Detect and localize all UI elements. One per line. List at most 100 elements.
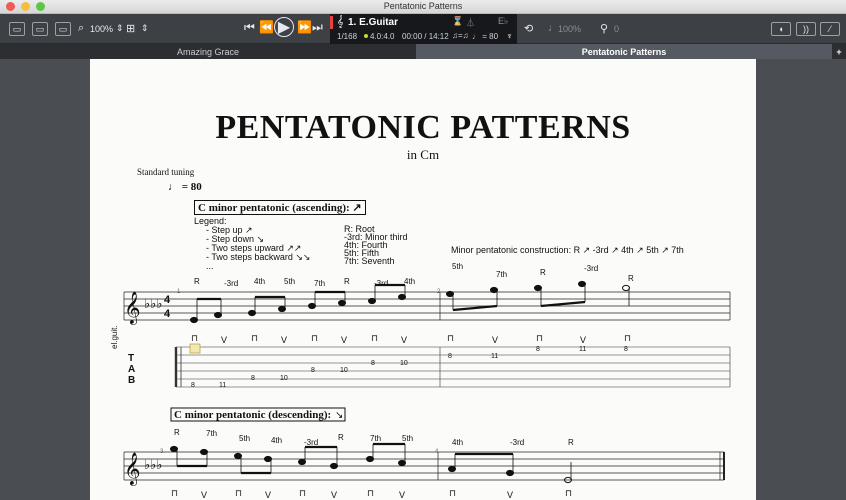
key-display: E♭ [498,16,509,26]
notes-row-1 [190,280,630,324]
zoom-select[interactable]: 100% [90,24,113,34]
capo-field[interactable]: 0 [614,24,619,34]
svg-text:⊓: ⊓ [235,488,242,498]
interval-label: 4th [271,436,282,445]
svg-text:V: V [265,490,271,500]
tab-numbers-row-1: 8 11 8 10 8 10 8 10 8 11 8 11 8 [191,346,628,389]
svg-text:⊓: ⊓ [171,488,178,498]
tab-clef-t: T [128,353,134,364]
pick-strokes-row-2: ⊓ V ⊓ V ⊓ V ⊓ V ⊓ V ⊓ [171,488,572,500]
svg-text:⊓: ⊓ [299,488,306,498]
microphone-icon[interactable]: ◖ [771,22,791,36]
audio-wave-icon[interactable]: )) [796,22,816,36]
tab-number: 8 [624,346,628,353]
time-signature: 4.0:4.0 [370,32,395,41]
section-descending-label: C minor pentatonic (descending): ↘ [170,407,346,422]
svg-text:⊓: ⊓ [449,488,456,498]
interval-label: R [568,438,574,447]
volume-field[interactable]: 100% [558,24,581,34]
cursor-highlight[interactable] [189,343,201,354]
notes-row-2 [170,442,572,484]
interval-label: 7th [314,279,325,288]
interval-labels-row-1: R -3rd 4th 5th 7th R -3rd 4th 5th 7th R … [194,262,634,288]
panel-right-toggle-icon[interactable]: ▭ [55,22,71,36]
tab-number: 11 [219,382,226,389]
svg-text:V: V [580,335,586,345]
svg-text:⊓: ⊓ [367,488,374,498]
pick-strokes-row-1: ⊓ V ⊓ V ⊓ V ⊓ V ⊓ V ⊓ V ⊓ [191,333,631,345]
interval-label: 7th [370,434,381,443]
notation-area: 𝄞 ♭♭♭ 4 4 1 2 R -3rd 4th 5th 7th R -3rd … [110,262,731,500]
tab-number: 8 [371,360,375,367]
tuning-fork-icon: ♆ [506,31,513,41]
zoom-stepper-icon[interactable]: ⇕ [116,23,124,34]
hourglass-icon: ⌛ [452,16,464,26]
svg-text:V: V [492,335,498,345]
tab-clef-a: A [128,364,135,375]
svg-text:C minor pentatonic (descending: C minor pentatonic (descending): [174,409,331,421]
interval-label: 5th [452,262,463,271]
interval-label: -3rd [304,438,318,447]
zoom-icon: ⌕ [78,22,85,34]
tab-pentatonic-patterns[interactable]: Pentatonic Patterns [416,44,832,59]
interval-label: 4th [254,277,265,286]
svg-text:⊓: ⊓ [251,333,258,343]
tab-amazing-grace[interactable]: Amazing Grace [0,44,416,59]
arrow-down-icon: ↘ [335,410,343,421]
tab-number: 8 [448,353,452,360]
svg-text:⊓: ⊓ [565,488,572,498]
svg-text:V: V [399,490,405,500]
tuner-icon[interactable]: ⚲ [600,22,608,35]
track-color-marker [330,16,333,29]
panel-center-toggle-icon[interactable]: ▭ [32,22,48,36]
interval-label: 5th [402,434,413,443]
tab-number: 11 [579,346,586,353]
svg-text:V: V [401,335,407,345]
interval-label: 7th [206,429,217,438]
score-page: PENTATONIC PATTERNS in Cm Standard tunin… [90,59,756,500]
layout-stepper-icon[interactable]: ⇕ [141,23,149,34]
svg-text:⊓: ⊓ [371,333,378,343]
guitar-icon: 𝄞 [337,16,344,28]
tab-clef-b: B [128,375,135,386]
tempo-display: ♩ = 80 [472,32,499,41]
metronome-icon: ⏃ [466,18,476,28]
status-dot [364,34,368,38]
svg-text:⊓: ⊓ [447,333,454,343]
tab-number: 8 [536,346,540,353]
tab-number: 11 [491,353,498,360]
tab-staff-row-1 [174,346,731,388]
tab-number: 8 [191,382,195,389]
fast-forward-icon[interactable]: ⏩ [297,20,312,34]
staff-row-2 [123,451,725,481]
time-signature-top: 4 [164,294,171,306]
panel-left-toggle-icon[interactable]: ▭ [9,22,25,36]
skip-to-start-icon[interactable]: ⏮ [244,20,255,35]
play-button[interactable]: ▶ [274,17,294,37]
guitar-tool-icon[interactable]: ⁄ [820,22,840,36]
key-signature: ♭♭♭ [144,296,162,311]
interval-label: R [628,274,634,283]
skip-to-end-icon[interactable]: ⏭ [312,20,323,35]
svg-text:⊓: ⊓ [311,333,318,343]
key-signature: ♭♭♭ [144,457,162,472]
svg-text:⊓: ⊓ [536,333,543,343]
svg-text:⊓: ⊓ [624,333,631,343]
time-display: 00:00 / 14:12 [402,32,449,41]
interval-label: 4th [452,438,463,447]
layout-mode-icon[interactable]: ⊞ [126,22,135,35]
treble-clef-icon: 𝄞 [124,453,141,486]
time-signature-bottom: 4 [164,308,171,320]
loop-icon[interactable]: ⟲ [524,22,533,35]
add-tab-button[interactable]: + [832,44,846,59]
svg-text:V: V [341,335,347,345]
track-name[interactable]: 1. E.Guitar [348,17,398,28]
track-info-panel: 𝄞 1. E.Guitar ⌛ ⏃ E♭ 1/168 4.0:4.0 00:00… [330,14,517,44]
svg-text:V: V [331,490,337,500]
interval-label: 7th [496,270,507,279]
rewind-icon[interactable]: ⏪ [259,20,274,34]
window-title-bar: Pentatonic Patterns [0,0,846,14]
svg-text:V: V [221,335,227,345]
interval-label: 5th [284,277,295,286]
interval-label: 4th [404,277,415,286]
